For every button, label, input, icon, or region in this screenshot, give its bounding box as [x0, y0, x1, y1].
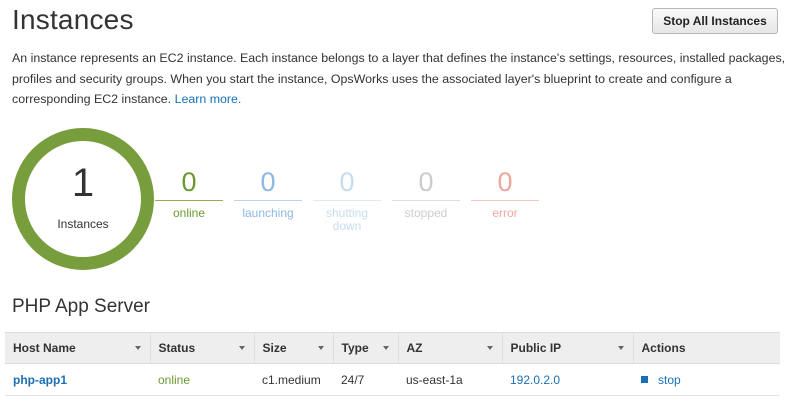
column-actions: Actions — [632, 332, 780, 364]
stat-stopped-count: 0 — [392, 166, 460, 201]
az-text: us-east-1a — [406, 372, 463, 387]
stat-online[interactable]: 0 online — [155, 166, 223, 220]
cell-actions: stop — [633, 363, 780, 396]
page-title: Instances — [12, 4, 134, 35]
status-text: online — [158, 372, 191, 387]
layer-title: PHP App Server — [12, 296, 151, 317]
stop-action-link[interactable]: stop — [641, 373, 681, 387]
stat-online-count: 0 — [155, 166, 223, 201]
column-type[interactable]: Type — [332, 332, 398, 364]
sort-caret-icon[interactable] — [317, 346, 324, 350]
instances-total-ring: 1 Instances — [12, 128, 154, 270]
type-text: 24/7 — [341, 372, 365, 387]
column-status[interactable]: Status — [149, 332, 254, 364]
stat-launching-label: launching — [242, 206, 294, 220]
stat-error-count: 0 — [471, 166, 539, 201]
cell-az: us-east-1a — [398, 363, 502, 396]
sort-caret-icon[interactable] — [382, 346, 389, 350]
column-host-name[interactable]: Host Name — [5, 332, 150, 364]
stat-launching-count: 0 — [234, 166, 302, 201]
instances-total-count: 1 — [71, 161, 95, 205]
sort-caret-icon[interactable] — [134, 346, 141, 350]
description-text: An instance represents an EC2 instance. … — [12, 51, 786, 106]
sort-caret-icon[interactable] — [617, 346, 624, 350]
learn-more-link[interactable]: Learn more. — [175, 92, 242, 106]
host-name-link[interactable]: php-app1 — [13, 373, 67, 387]
cell-status: online — [150, 363, 254, 396]
table-header-row: Host Name Status Size Type AZ Public IP … — [5, 332, 780, 364]
column-type-label: Type — [341, 341, 369, 355]
sort-caret-icon[interactable] — [486, 346, 493, 350]
column-az[interactable]: AZ — [397, 332, 502, 364]
stat-shutting-down-label: shutting down — [325, 206, 369, 233]
column-status-label: Status — [158, 341, 196, 355]
stat-shutting-down-count: 0 — [313, 166, 381, 201]
column-actions-label: Actions — [641, 341, 686, 355]
stop-icon — [641, 375, 648, 383]
stat-launching[interactable]: 0 launching — [234, 166, 302, 220]
public-ip-link[interactable]: 192.0.2.0 — [510, 373, 560, 387]
stop-all-instances-button[interactable]: Stop All Instances — [652, 8, 778, 34]
stat-stopped-label: stopped — [404, 206, 448, 220]
column-size[interactable]: Size — [253, 332, 333, 364]
size-text: c1.medium — [262, 372, 321, 387]
column-public-ip[interactable]: Public IP — [501, 332, 633, 364]
cell-type: 24/7 — [333, 363, 398, 396]
cell-host-name: php-app1 — [5, 363, 150, 396]
stat-online-label: online — [172, 206, 206, 220]
column-public-ip-label: Public IP — [510, 341, 562, 355]
column-size-label: Size — [262, 341, 287, 355]
stat-error[interactable]: 0 error — [471, 166, 539, 220]
cell-size: c1.medium — [254, 363, 333, 396]
stat-shutting-down[interactable]: 0 shutting down — [313, 166, 381, 233]
stat-stopped[interactable]: 0 stopped — [392, 166, 460, 220]
page-description: An instance represents an EC2 instance. … — [12, 48, 787, 110]
column-host-name-label: Host Name — [13, 341, 76, 355]
sort-caret-icon[interactable] — [238, 346, 245, 350]
table-row: php-app1 online c1.medium 24/7 us-east-1… — [5, 363, 780, 396]
instances-table: Host Name Status Size Type AZ Public IP … — [5, 332, 780, 396]
stop-action-label: stop — [658, 372, 681, 387]
stat-error-label: error — [492, 206, 518, 220]
instances-total-label: Instances — [57, 217, 109, 231]
cell-public-ip: 192.0.2.0 — [502, 363, 633, 396]
column-az-label: AZ — [406, 341, 423, 355]
